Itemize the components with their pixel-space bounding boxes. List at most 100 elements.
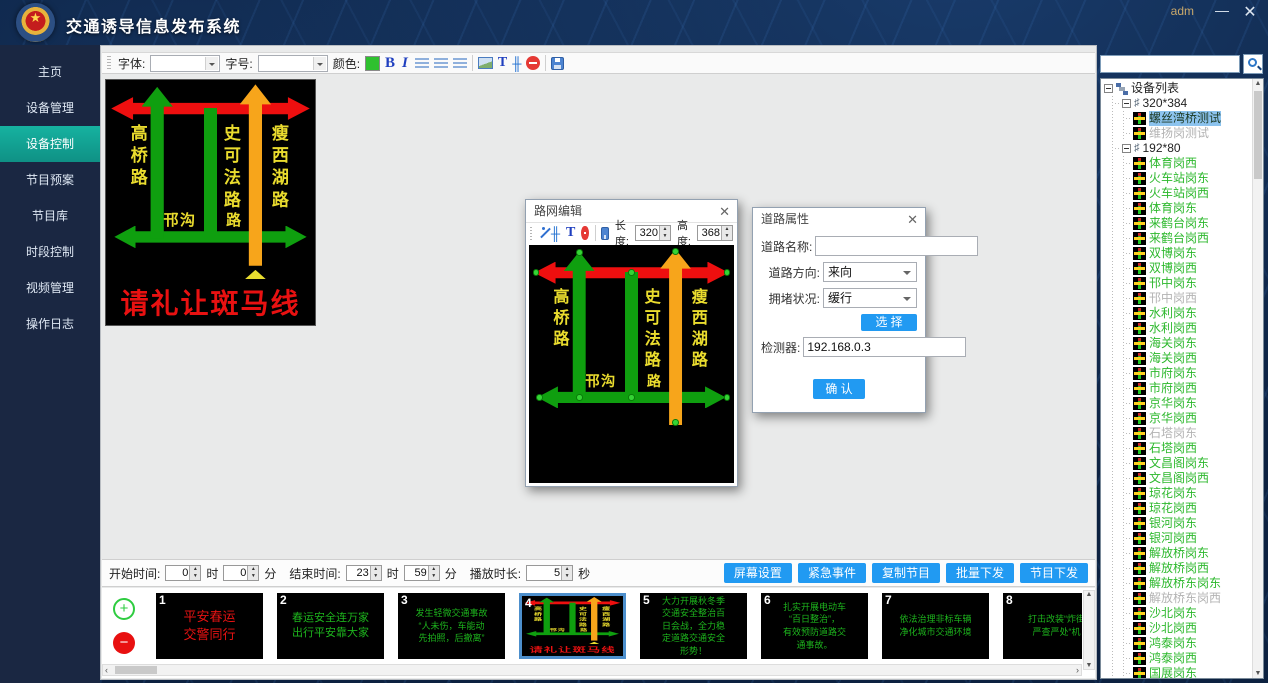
tree-item[interactable]: 邗中岗西 — [1126, 291, 1263, 306]
screen-preview[interactable]: 高桥路史可法路瘦西湖路邗沟路请礼让斑马线 — [105, 79, 316, 326]
duration-stepper[interactable]: 5▲▼ — [526, 565, 573, 581]
action-button-5[interactable]: 节目下发 — [1020, 563, 1088, 583]
remove-program-button[interactable]: − — [113, 632, 135, 654]
height-stepper[interactable]: 368▲▼ — [697, 225, 733, 241]
add-program-button[interactable]: + — [113, 598, 135, 620]
start-hour-stepper[interactable]: 0▲▼ — [165, 565, 201, 581]
tree-item[interactable]: 解放桥岗西 — [1126, 561, 1263, 576]
bold-button[interactable]: B — [385, 55, 395, 72]
delete-icon[interactable] — [526, 56, 540, 70]
search-input[interactable] — [1100, 55, 1240, 73]
start-minute-stepper[interactable]: 0▲▼ — [223, 565, 259, 581]
action-button-1[interactable]: 屏幕设置 — [724, 563, 792, 583]
tree-item[interactable]: 琼花岗东 — [1126, 486, 1263, 501]
congestion-select[interactable]: 缓行 — [823, 288, 917, 308]
tree-item[interactable]: 来鹤台岗西 — [1126, 231, 1263, 246]
sidebar-item-1[interactable]: 主页 — [0, 54, 100, 90]
tree-group-320x384[interactable]: ♯320*384 — [1115, 96, 1263, 111]
tree-item[interactable]: 水利岗西 — [1126, 321, 1263, 336]
tree-item[interactable]: 火车站岗东 — [1126, 171, 1263, 186]
image-icon[interactable] — [478, 57, 493, 69]
tree-item[interactable]: 解放桥东岗西 — [1126, 591, 1263, 606]
tree-scrollbar[interactable]: ▲▼ — [1252, 79, 1263, 678]
tree-item[interactable]: 水利岗东 — [1126, 306, 1263, 321]
action-button-2[interactable]: 紧急事件 — [798, 563, 866, 583]
tree-item[interactable]: 体育岗西 — [1126, 156, 1263, 171]
sidebar-item-8[interactable]: 操作日志 — [0, 306, 100, 342]
horizontal-scrollbar[interactable]: ‹› — [102, 664, 1082, 676]
tree-item[interactable]: 邗中岗东 — [1126, 276, 1263, 291]
minimize-icon[interactable]: — — [1212, 2, 1232, 18]
tree-item[interactable]: 来鹤台岗东 — [1126, 216, 1263, 231]
sidebar-item-4[interactable]: 节目预案 — [0, 162, 100, 198]
tree-item[interactable]: 海关岗东 — [1126, 336, 1263, 351]
tree-item[interactable]: 火车站岗西 — [1126, 186, 1263, 201]
editor-canvas[interactable]: 高桥路史可法路瘦西湖路邗沟路 — [529, 245, 734, 483]
tree-item[interactable]: 海关岗西 — [1126, 351, 1263, 366]
tree-item[interactable]: 市府岗东 — [1126, 366, 1263, 381]
sidebar-item-3[interactable]: 设备控制 — [0, 126, 100, 162]
end-hour-stepper[interactable]: 23▲▼ — [346, 565, 382, 581]
program-thumbnail-1[interactable]: 1平安春运交警同行 — [156, 593, 263, 659]
tree-item[interactable]: 鸿泰岗西 — [1126, 651, 1263, 666]
pen-icon[interactable] — [538, 227, 545, 240]
road-network-icon[interactable]: ╫ — [512, 57, 521, 70]
road-direction-select[interactable]: 来向 — [823, 262, 917, 282]
color-swatch[interactable] — [365, 56, 380, 71]
road-name-field[interactable] — [815, 236, 978, 256]
sidebar-item-6[interactable]: 时段控制 — [0, 234, 100, 270]
program-thumbnail-5[interactable]: 5大力开展秋冬季交通安全整治百日会战，全力稳定道路交通安全形势！ — [640, 593, 747, 659]
program-thumbnail-4[interactable]: 4高桥路史可法路瘦西湖路邗沟路请礼让斑马线 — [519, 593, 626, 659]
tree-item[interactable]: 京华岗东 — [1126, 396, 1263, 411]
tree-item[interactable]: 国展岗东 — [1126, 666, 1263, 679]
align-center-icon[interactable] — [434, 58, 448, 69]
save-icon[interactable] — [551, 57, 564, 70]
close-icon[interactable]: ✕ — [1240, 2, 1260, 22]
italic-button[interactable]: I — [400, 55, 410, 72]
action-button-4[interactable]: 批量下发 — [946, 563, 1014, 583]
tree-item[interactable]: 螺丝湾桥测试 — [1126, 111, 1263, 126]
align-left-icon[interactable] — [415, 58, 429, 69]
sidebar-item-5[interactable]: 节目库 — [0, 198, 100, 234]
sidebar-item-2[interactable]: 设备管理 — [0, 90, 100, 126]
detector-field[interactable] — [803, 337, 966, 357]
tree-item[interactable]: 沙北岗西 — [1126, 621, 1263, 636]
program-thumbnail-7[interactable]: 7依法治理非标车辆净化城市交通环境 — [882, 593, 989, 659]
tree-group-192x80[interactable]: ♯192*80 — [1115, 141, 1263, 156]
program-thumbnail-3[interactable]: 3发生轻微交通事故“人未伤，车能动先拍照，后撤离” — [398, 593, 505, 659]
tree-item[interactable]: 琼花岗西 — [1126, 501, 1263, 516]
select-button[interactable]: 选 择 — [861, 314, 917, 331]
tree-item[interactable]: 石塔岗东 — [1126, 426, 1263, 441]
confirm-button[interactable]: 确 认 — [813, 379, 865, 399]
search-button[interactable] — [1243, 54, 1263, 74]
tree-item[interactable]: 文昌阁岗西 — [1126, 471, 1263, 486]
align-right-icon[interactable] — [453, 58, 467, 69]
delete-icon[interactable] — [581, 226, 588, 240]
program-thumbnail-8[interactable]: 8打击改装“炸街严查严处“机 — [1003, 593, 1082, 659]
tree-item[interactable]: 市府岗西 — [1126, 381, 1263, 396]
length-stepper[interactable]: 320▲▼ — [635, 225, 671, 241]
tree-root[interactable]: 设备列表 — [1104, 81, 1263, 96]
end-minute-stepper[interactable]: 59▲▼ — [404, 565, 440, 581]
tree-item[interactable]: 体育岗东 — [1126, 201, 1263, 216]
tree-item[interactable]: 维扬岗测试 — [1126, 126, 1263, 141]
save-icon[interactable] — [601, 227, 609, 240]
close-icon[interactable]: ✕ — [719, 204, 730, 220]
vertical-scrollbar[interactable]: ▲▼ — [1083, 590, 1095, 670]
tree-item[interactable]: 解放桥东岗东 — [1126, 576, 1263, 591]
road-network-icon[interactable]: ╫ — [551, 227, 560, 240]
program-thumbnail-6[interactable]: 6扎实开展电动车“百日整治”，有效预防道路交通事故。 — [761, 593, 868, 659]
tree-item[interactable]: 银河岗西 — [1126, 531, 1263, 546]
tree-item[interactable]: 解放桥岗东 — [1126, 546, 1263, 561]
tree-item[interactable]: 石塔岗西 — [1126, 441, 1263, 456]
tree-item[interactable]: 京华岗西 — [1126, 411, 1263, 426]
font-family-select[interactable] — [150, 55, 220, 72]
tree-item[interactable]: 沙北岗东 — [1126, 606, 1263, 621]
tree-item[interactable]: 鸿泰岗东 — [1126, 636, 1263, 651]
tree-item[interactable]: 双博岗西 — [1126, 261, 1263, 276]
tree-item[interactable]: 双博岗东 — [1126, 246, 1263, 261]
text-tool-icon[interactable]: T — [498, 55, 507, 71]
program-thumbnail-2[interactable]: 2春运安全连万家出行平安靠大家 — [277, 593, 384, 659]
tree-item[interactable]: 银河岗东 — [1126, 516, 1263, 531]
tree-item[interactable]: 文昌阁岗东 — [1126, 456, 1263, 471]
